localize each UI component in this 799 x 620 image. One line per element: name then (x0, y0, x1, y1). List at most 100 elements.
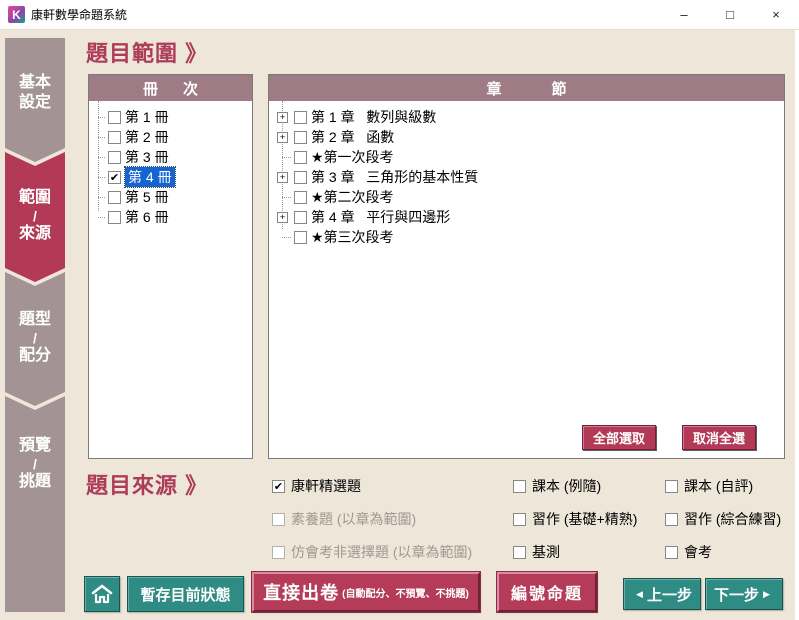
title-bar: K 康軒數學命題系統 – □ × (0, 0, 799, 30)
save-state-button[interactable]: 暫存目前狀態 (127, 576, 244, 612)
volume-row-2[interactable]: 第 2 冊 (89, 127, 252, 147)
volume-row-3[interactable]: 第 3 冊 (89, 147, 252, 167)
chapter-checkbox-1[interactable] (294, 111, 307, 124)
source-checkbox-textbook-example[interactable] (513, 480, 526, 493)
volume-checkbox-4[interactable]: ✔ (108, 171, 121, 184)
chapter-checkbox-7[interactable] (294, 231, 307, 244)
source-label: 仿會考非選擇題 (以章為範圍) (291, 542, 472, 562)
source-label: 會考 (684, 542, 712, 562)
home-icon (91, 584, 113, 604)
source-khselect[interactable]: ✔ 康軒精選題 (272, 476, 361, 496)
volume-checkbox-6[interactable] (108, 211, 121, 224)
window-edge (795, 30, 799, 620)
source-label: 康軒精選題 (291, 476, 361, 496)
source-checkbox-workbook-comprehensive[interactable] (665, 513, 678, 526)
chapter-row-3[interactable]: ★第一次段考 (269, 147, 784, 167)
tab-label: 設定 (19, 93, 51, 113)
volume-row-1[interactable]: 第 1 冊 (89, 107, 252, 127)
arrow-left-icon: ◀ (636, 589, 643, 600)
numbered-question-label: 編號命題 (511, 580, 583, 604)
chapter-label: 第 4 章 平行與四邊形 (311, 207, 450, 227)
volume-checkbox-1[interactable] (108, 111, 121, 124)
tab-label: / (33, 208, 37, 224)
source-textbook-example[interactable]: 課本 (例隨) (513, 476, 601, 496)
volume-label: 第 6 冊 (125, 207, 169, 227)
chapter-checkbox-5[interactable] (294, 191, 307, 204)
volume-row-6[interactable]: 第 6 冊 (89, 207, 252, 227)
source-workbook-basic[interactable]: 習作 (基礎+精熟) (513, 509, 637, 529)
volume-row-4[interactable]: ✔ 第 4 冊 (89, 167, 252, 187)
source-checkbox-khselect[interactable]: ✔ (272, 480, 285, 493)
source-label: 素養題 (以章為範圍) (291, 509, 416, 529)
chapter-label: ★第二次段考 (311, 187, 394, 207)
volume-row-5[interactable]: 第 5 冊 (89, 187, 252, 207)
chapter-row-7[interactable]: ★第三次段考 (269, 227, 784, 247)
home-button[interactable] (84, 576, 120, 612)
expand-icon[interactable]: + (277, 172, 288, 183)
maximize-icon: □ (726, 7, 734, 22)
tree-stub (282, 197, 291, 198)
chapter-row-1[interactable]: + 第 1 章 數列與級數 (269, 107, 784, 127)
source-checkbox-literacy (272, 513, 285, 526)
chapter-label: ★第一次段考 (311, 147, 394, 167)
chapter-panel-header: 章 節 (269, 75, 784, 101)
prev-step-button[interactable]: ◀ 上一步 (623, 578, 701, 610)
expand-icon[interactable]: + (277, 112, 288, 123)
tab-label: / (33, 456, 37, 472)
source-label: 習作 (綜合練習) (684, 509, 781, 529)
direct-output-button[interactable]: 直接出卷 (自動配分、不預覽、不挑題) (252, 572, 480, 612)
volume-checkbox-3[interactable] (108, 151, 121, 164)
chapter-label: ★第三次段考 (311, 227, 394, 247)
tree-stub (98, 157, 105, 158)
volume-checkbox-2[interactable] (108, 131, 121, 144)
next-step-label: 下一步 (714, 584, 759, 605)
source-section-title: 題目來源 》 (86, 468, 208, 500)
volume-panel: 冊 次 第 1 冊 第 2 冊 第 3 冊 ✔ 第 4 冊 第 5 冊 (88, 74, 253, 459)
tree-stub (98, 117, 105, 118)
source-checkbox-workbook-basic[interactable] (513, 513, 526, 526)
source-checkbox-captest[interactable] (665, 546, 678, 559)
volume-checkbox-5[interactable] (108, 191, 121, 204)
chapter-row-4[interactable]: + 第 3 章 三角形的基本性質 (269, 167, 784, 187)
tab-question-type-score[interactable]: 題型 / 配分 (5, 272, 65, 406)
volume-panel-header: 冊 次 (89, 75, 252, 101)
volume-label: 第 3 冊 (125, 147, 169, 167)
tab-preview-pick[interactable]: 預覽 / 挑題 (5, 396, 65, 612)
window-title: 康軒數學命題系統 (31, 6, 127, 23)
close-icon: × (772, 7, 780, 22)
chapter-row-5[interactable]: ★第二次段考 (269, 187, 784, 207)
maximize-button[interactable]: □ (707, 0, 753, 30)
expand-icon[interactable]: + (277, 132, 288, 143)
next-step-button[interactable]: 下一步 ▶ (705, 578, 783, 610)
source-checkbox-bctest[interactable] (513, 546, 526, 559)
volume-label-selected: 第 4 冊 (125, 167, 175, 187)
source-captest[interactable]: 會考 (665, 542, 712, 562)
source-textbook-selfeval[interactable]: 課本 (自評) (665, 476, 753, 496)
tree-stub (98, 197, 105, 198)
tab-label: 題型 (19, 310, 51, 330)
tree-stub (282, 157, 291, 158)
source-workbook-comprehensive[interactable]: 習作 (綜合練習) (665, 509, 781, 529)
source-bctest[interactable]: 基測 (513, 542, 560, 562)
volume-label: 第 2 冊 (125, 127, 169, 147)
chapter-checkbox-4[interactable] (294, 171, 307, 184)
chapter-checkbox-2[interactable] (294, 131, 307, 144)
chapter-checkbox-6[interactable] (294, 211, 307, 224)
tab-range-source[interactable]: 範圍 / 來源 (5, 152, 65, 282)
volume-label: 第 5 冊 (125, 187, 169, 207)
direct-output-label: 直接出卷 (263, 579, 339, 605)
tab-label: 範圍 (19, 188, 51, 208)
tab-basic-settings[interactable]: 基本 設定 (5, 38, 65, 162)
close-button[interactable]: × (753, 0, 799, 30)
deselect-all-button[interactable]: 取消全選 (682, 425, 756, 450)
chapter-checkbox-3[interactable] (294, 151, 307, 164)
save-state-label: 暫存目前狀態 (140, 584, 230, 605)
numbered-question-button[interactable]: 編號命題 (497, 572, 597, 612)
check-icon: ✔ (274, 480, 283, 493)
expand-icon[interactable]: + (277, 212, 288, 223)
select-all-button[interactable]: 全部選取 (582, 425, 656, 450)
chapter-row-2[interactable]: + 第 2 章 函數 (269, 127, 784, 147)
source-checkbox-textbook-selfeval[interactable] (665, 480, 678, 493)
chapter-row-6[interactable]: + 第 4 章 平行與四邊形 (269, 207, 784, 227)
minimize-button[interactable]: – (661, 0, 707, 30)
